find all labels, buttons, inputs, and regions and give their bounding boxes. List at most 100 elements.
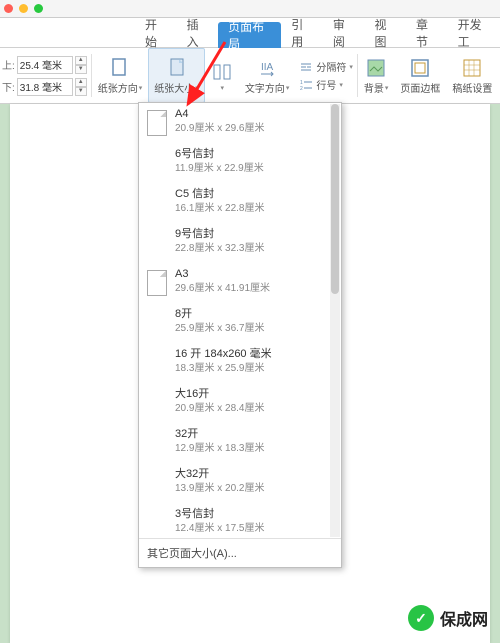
columns-button[interactable]: ▾	[205, 48, 239, 103]
page-thumb-icon	[143, 226, 171, 260]
tab-home[interactable]: 开始	[135, 18, 177, 47]
minimize-window-icon[interactable]	[19, 4, 28, 13]
text-direction-button[interactable]: IIA 文字方向▾	[239, 48, 296, 103]
paper-size-name: C5 信封	[175, 186, 335, 202]
page-thumb-icon	[143, 266, 171, 300]
tab-developer[interactable]: 开发工	[448, 18, 500, 47]
paper-size-name: 大32开	[175, 466, 335, 482]
ribbon: 上: ▲ ▼ 下: ▲ ▼ 纸张方向▾ 纸张大小▾	[0, 48, 500, 104]
page-border-icon	[409, 56, 431, 80]
scrollbar-thumb[interactable]	[331, 104, 339, 294]
watermark: ✓ 保成网	[408, 605, 488, 631]
page-thumb-icon	[143, 386, 171, 420]
paper-size-dimensions: 11.9厘米 x 22.9厘米	[175, 162, 335, 176]
page-thumb-icon	[143, 106, 171, 140]
margin-bottom-input[interactable]	[17, 78, 73, 96]
margin-top-increase[interactable]: ▲	[75, 56, 87, 65]
manuscript-icon	[461, 56, 483, 80]
paper-size-option[interactable]: 6号信封11.9厘米 x 22.9厘米	[139, 143, 341, 183]
paper-size-dimensions: 29.6厘米 x 41.91厘米	[175, 282, 335, 296]
chevron-down-icon: ▾	[349, 63, 353, 71]
page-thumb-icon	[143, 306, 171, 340]
orientation-icon	[109, 56, 131, 80]
paper-size-name: 32开	[175, 426, 335, 442]
text-direction-icon: IIA	[256, 56, 278, 80]
background-label: 背景	[364, 80, 384, 95]
svg-text:IIA: IIA	[261, 62, 274, 73]
line-numbers-button[interactable]: 12 行号 ▾	[299, 77, 353, 92]
paper-size-button[interactable]: 纸张大小▾	[148, 48, 205, 103]
background-button[interactable]: 背景▾	[358, 48, 395, 103]
page-border-button[interactable]: 页面边框	[394, 48, 446, 103]
orientation-button[interactable]: 纸张方向▾	[92, 48, 149, 103]
other-page-sizes-button[interactable]: 其它页面大小(A)...	[139, 538, 341, 567]
paper-size-dimensions: 25.9厘米 x 36.7厘米	[175, 322, 335, 336]
manuscript-button[interactable]: 稿纸设置	[446, 48, 498, 103]
paper-size-option[interactable]: 9号信封22.8厘米 x 32.3厘米	[139, 223, 341, 263]
chevron-down-icon: ▾	[195, 84, 199, 92]
chevron-down-icon: ▾	[339, 81, 343, 89]
paper-size-option[interactable]: 32开12.9厘米 x 18.3厘米	[139, 423, 341, 463]
paper-size-option[interactable]: 大16开20.9厘米 x 28.4厘米	[139, 383, 341, 423]
margin-bottom-decrease[interactable]: ▼	[75, 87, 87, 96]
breaks-button[interactable]: 分隔符 ▾	[299, 59, 353, 74]
paper-size-name: 3号信封	[175, 506, 335, 522]
paper-size-dimensions: 22.8厘米 x 32.3厘米	[175, 242, 335, 256]
paper-size-name: A4	[175, 106, 335, 122]
watermark-text: 保成网	[440, 606, 488, 630]
paper-size-option[interactable]: C5 信封16.1厘米 x 22.8厘米	[139, 183, 341, 223]
margin-bottom-label: 下:	[2, 79, 15, 94]
paper-size-label: 纸张大小	[154, 80, 194, 95]
paper-size-dimensions: 20.9厘米 x 28.4厘米	[175, 402, 335, 416]
margin-top-decrease[interactable]: ▼	[75, 65, 87, 74]
orientation-label: 纸张方向	[98, 80, 138, 95]
page-border-label: 页面边框	[400, 80, 440, 95]
margin-top-input[interactable]	[17, 56, 73, 74]
paper-size-option[interactable]: A420.9厘米 x 29.6厘米	[139, 103, 341, 143]
columns-icon	[211, 60, 233, 84]
breaks-label: 分隔符	[316, 59, 346, 74]
breaks-group: 分隔符 ▾ 12 行号 ▾	[295, 48, 357, 103]
chevron-down-icon: ▾	[286, 84, 290, 92]
svg-text:2: 2	[300, 86, 303, 92]
tab-view[interactable]: 视图	[364, 18, 406, 47]
paper-size-dropdown: A420.9厘米 x 29.6厘米6号信封11.9厘米 x 22.9厘米C5 信…	[138, 102, 342, 568]
line-numbers-label: 行号	[316, 77, 336, 92]
paper-size-dimensions: 12.9厘米 x 18.3厘米	[175, 442, 335, 456]
paper-size-option[interactable]: 16 开 184x260 毫米18.3厘米 x 25.9厘米	[139, 343, 341, 383]
page-thumb-icon	[143, 466, 171, 500]
margins-group: 上: ▲ ▼ 下: ▲ ▼	[0, 48, 91, 103]
tab-page-layout[interactable]: 页面布局	[218, 22, 281, 48]
maximize-window-icon[interactable]	[34, 4, 43, 13]
page-thumb-icon	[143, 506, 171, 538]
paper-size-dimensions: 13.9厘米 x 20.2厘米	[175, 482, 335, 496]
page-thumb-icon	[143, 426, 171, 460]
paper-size-name: 8开	[175, 306, 335, 322]
background-icon	[365, 56, 387, 80]
tab-insert[interactable]: 插入	[177, 18, 219, 47]
chevron-down-icon: ▾	[139, 84, 143, 92]
page-thumb-icon	[143, 346, 171, 380]
paper-size-dimensions: 12.4厘米 x 17.5厘米	[175, 522, 335, 536]
ribbon-tabbar: 开始 插入 页面布局 引用 审阅 视图 章节 开发工	[0, 18, 500, 48]
paper-size-option[interactable]: 8开25.9厘米 x 36.7厘米	[139, 303, 341, 343]
tab-references[interactable]: 引用	[281, 18, 323, 47]
paper-size-option[interactable]: 3号信封12.4厘米 x 17.5厘米	[139, 503, 341, 538]
close-window-icon[interactable]	[4, 4, 13, 13]
page-thumb-icon	[143, 186, 171, 220]
dropdown-scrollbar[interactable]	[330, 104, 340, 537]
paper-size-icon	[166, 56, 188, 80]
page-thumb-icon	[143, 146, 171, 180]
breaks-icon	[299, 60, 313, 74]
tab-sections[interactable]: 章节	[406, 18, 448, 47]
paper-size-name: 16 开 184x260 毫米	[175, 346, 335, 362]
margin-top-label: 上:	[2, 57, 15, 72]
text-direction-label: 文字方向	[245, 80, 285, 95]
paper-size-option[interactable]: 大32开13.9厘米 x 20.2厘米	[139, 463, 341, 503]
manuscript-label: 稿纸设置	[452, 80, 492, 95]
watermark-check-icon: ✓	[408, 605, 434, 631]
margin-bottom-increase[interactable]: ▲	[75, 78, 87, 87]
paper-size-option[interactable]: A329.6厘米 x 41.91厘米	[139, 263, 341, 303]
tab-review[interactable]: 审阅	[323, 18, 365, 47]
paper-size-name: 6号信封	[175, 146, 335, 162]
